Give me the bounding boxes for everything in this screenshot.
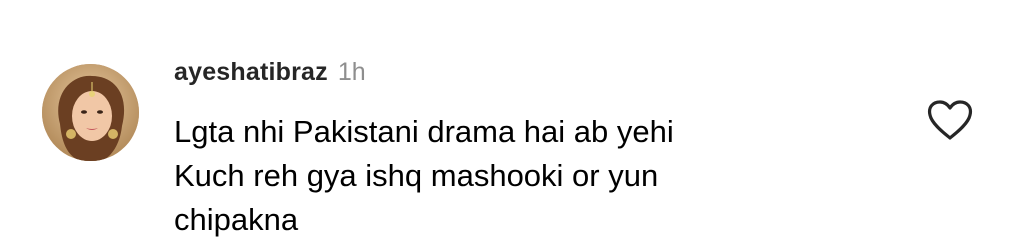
- comment-meta: ayeshatibraz 1h: [174, 58, 894, 96]
- avatar-image: [42, 64, 139, 161]
- comment-text-line: Kuch reh gya ishq mashooki or yun: [174, 158, 659, 193]
- comment-item: ayeshatibraz 1h Lgta nhi Pakistani drama…: [0, 0, 1024, 249]
- username[interactable]: ayeshatibraz: [174, 58, 328, 87]
- comment-text-line: Lgta nhi Pakistani drama hai ab yehi: [174, 114, 674, 149]
- like-button[interactable]: [926, 98, 974, 142]
- heart-outline-icon: [927, 100, 973, 140]
- avatar[interactable]: [42, 64, 139, 161]
- timestamp[interactable]: 1h: [338, 58, 366, 87]
- comment-text: Lgta nhi Pakistani drama hai ab yehi Kuc…: [174, 110, 814, 242]
- comment-text-line: chipakna: [174, 202, 299, 237]
- comment-body: ayeshatibraz 1h Lgta nhi Pakistani drama…: [174, 58, 894, 242]
